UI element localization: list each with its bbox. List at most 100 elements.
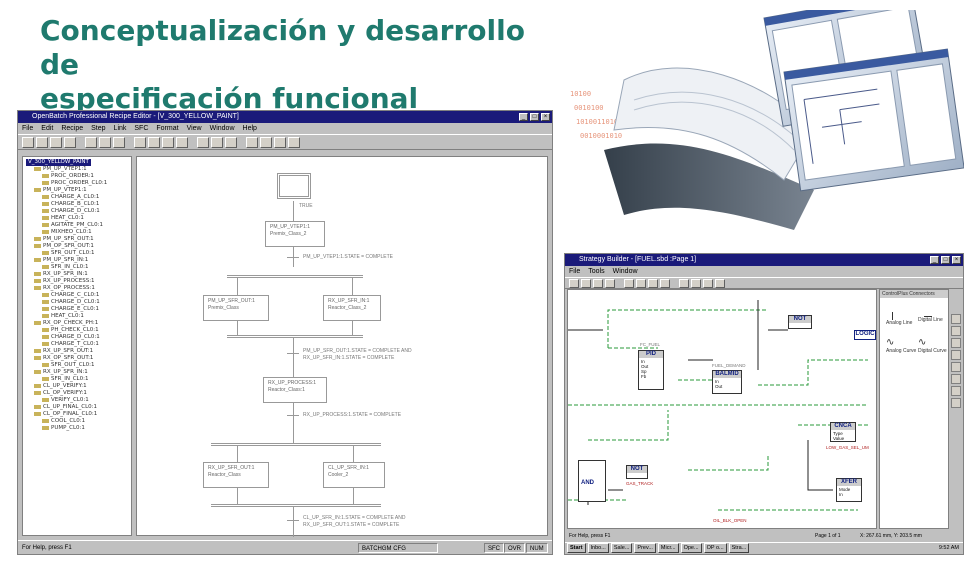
minimize-button[interactable]: _ xyxy=(519,113,528,121)
strategy-cut-icon[interactable] xyxy=(624,279,634,288)
menu-sfc[interactable]: SFC xyxy=(134,125,148,132)
strategy-block-icon[interactable] xyxy=(703,279,713,288)
tree-node[interactable]: RX_UP_SFR_IN:1 xyxy=(26,271,131,278)
tree-node[interactable]: CHARGE_A_CL0:1 xyxy=(26,194,131,201)
menu-recipe[interactable]: Recipe xyxy=(61,125,83,132)
strategy-save-icon[interactable] xyxy=(593,279,603,288)
strategy-zoom-in-icon[interactable] xyxy=(679,279,689,288)
tree-node[interactable]: SFR_OUT_CL0:1 xyxy=(26,362,131,369)
save-icon[interactable] xyxy=(50,137,62,148)
taskbar-item[interactable]: Micr... xyxy=(657,543,679,553)
tree-node[interactable]: CL_OP_FINAL_CL0:1 xyxy=(26,411,131,418)
xfer-block[interactable]: XFER Mode In xyxy=(836,478,862,502)
strategy-print-icon[interactable] xyxy=(605,279,615,288)
and-block[interactable]: AND xyxy=(578,460,606,502)
taskbar-item[interactable]: Sale... xyxy=(610,543,633,553)
tree-node[interactable]: PUMP_CL0:1 xyxy=(26,425,131,432)
tree-node[interactable]: HEAT_CL0:1 xyxy=(26,313,131,320)
not-block-1[interactable]: NOT xyxy=(788,315,812,329)
taskbar-item[interactable]: Stra... xyxy=(728,543,750,553)
tree-node[interactable]: RX_UP_PROCESS:1 xyxy=(26,278,131,285)
recipe-tree[interactable]: V_300_YELLOW_PAINT PM_UP_VTEP1:1 PROC_ORD… xyxy=(22,156,132,536)
tree-node[interactable]: PM_UP_VTEP1:1 xyxy=(26,187,131,194)
tree-root[interactable]: V_300_YELLOW_PAINT xyxy=(26,159,91,166)
cut-icon[interactable] xyxy=(85,137,97,148)
taskbar-item[interactable]: OP o... xyxy=(703,543,727,553)
link-icon[interactable] xyxy=(176,137,188,148)
strategy-close-button[interactable]: × xyxy=(952,256,961,264)
taskbar-item[interactable]: Inbo... xyxy=(587,543,609,553)
tree-node[interactable]: AGITATE_PM_CL0:1 xyxy=(26,222,131,229)
tree-node[interactable]: SFR_IN_CL0:1 xyxy=(26,264,131,271)
menu-edit[interactable]: Edit xyxy=(41,125,53,132)
strategy-connect-icon[interactable] xyxy=(715,279,725,288)
taskbar-item[interactable]: Ope... xyxy=(680,543,702,553)
tree-node[interactable]: HEAT_CL0:1 xyxy=(26,215,131,222)
digital-line-item[interactable]: Digital Line xyxy=(918,312,943,323)
menu-help[interactable]: Help xyxy=(243,125,257,132)
tool-icon-6[interactable] xyxy=(951,374,961,384)
tree-node[interactable]: CL_OP_VERIFY:1 xyxy=(26,390,131,397)
sfc-canvas[interactable]: TRUE PM_UP_VTEP1:1 Premix_Class_2 PM_UP_… xyxy=(136,156,548,537)
pointer-icon[interactable] xyxy=(246,137,258,148)
open-icon[interactable] xyxy=(36,137,48,148)
menu-format[interactable]: Format xyxy=(156,125,178,132)
sfc-step-1[interactable]: PM_UP_VTEP1:1 Premix_Class_2 xyxy=(265,221,325,247)
tree-node[interactable]: CHARGE_T_CL0:1 xyxy=(26,341,131,348)
tool-icon-3[interactable] xyxy=(951,338,961,348)
sfc-step-4a[interactable]: RX_UP_SFR_OUT:1 Reactor_Class xyxy=(203,462,269,488)
menu-file[interactable]: File xyxy=(22,125,33,132)
tree-node[interactable]: PROC_ORDER_CL0:1 xyxy=(26,180,131,187)
tree-node[interactable]: VERIFY_CL0:1 xyxy=(26,397,131,404)
strategy-minimize-button[interactable]: _ xyxy=(930,256,939,264)
tree-node[interactable]: CHARGE_D_CL0:1 xyxy=(26,334,131,341)
menu-window[interactable]: Window xyxy=(210,125,235,132)
help-icon[interactable] xyxy=(288,137,300,148)
menu-view[interactable]: View xyxy=(187,125,202,132)
balmd-block[interactable]: BALMID In Out xyxy=(712,370,742,394)
print-icon[interactable] xyxy=(64,137,76,148)
sfc-step-4b[interactable]: CL_UP_SFR_IN:1 Cooler_2 xyxy=(323,462,385,488)
cnca-block[interactable]: CNCA Type Value xyxy=(830,422,856,442)
zoom-icon[interactable] xyxy=(197,137,209,148)
branch-icon[interactable] xyxy=(162,137,174,148)
not-block-2[interactable]: NOT xyxy=(626,465,648,479)
digital-curve-item[interactable]: ∿ Digital Curve xyxy=(918,338,947,355)
tree-node[interactable]: PM_UP_SFR_IN:1 xyxy=(26,257,131,264)
properties-icon[interactable] xyxy=(274,137,286,148)
strategy-menu-window[interactable]: Window xyxy=(613,268,638,275)
strategy-canvas[interactable]: PID In Out Sp Fb FC_FUEL BALMID In Out FUEL_… xyxy=(567,289,877,529)
tree-node[interactable]: CHARGE_D_CL0:1 xyxy=(26,208,131,215)
pid-block[interactable]: PID In Out Sp Fb xyxy=(638,350,664,390)
tool-icon-8[interactable] xyxy=(951,398,961,408)
tree-node[interactable]: PM_UP_SFR_OUT:1 xyxy=(26,236,131,243)
sfc-initial-step[interactable] xyxy=(277,173,311,199)
tool-icon-2[interactable] xyxy=(951,326,961,336)
tree-node[interactable]: CHARGE_E_CL0:1 xyxy=(26,306,131,313)
sfc-step-2a[interactable]: PM_UP_SFR_OUT:1 Premix_Class xyxy=(203,295,269,321)
new-icon[interactable] xyxy=(22,137,34,148)
strategy-zoom-out-icon[interactable] xyxy=(691,279,701,288)
strategy-menu-file[interactable]: File xyxy=(569,268,580,275)
tree-node[interactable]: CHARGE_D_CL0:1 xyxy=(26,299,131,306)
tool-icon-1[interactable] xyxy=(951,314,961,324)
tree-node[interactable]: PROC_ORDER:1 xyxy=(26,173,131,180)
tree-node[interactable]: MIXHEO_CL0:1 xyxy=(26,229,131,236)
analog-curve-item[interactable]: ∿ Analog Curve xyxy=(886,338,916,355)
strategy-copy-icon[interactable] xyxy=(636,279,646,288)
transition-icon[interactable] xyxy=(148,137,160,148)
strategy-new-icon[interactable] xyxy=(569,279,579,288)
strategy-open-icon[interactable] xyxy=(581,279,591,288)
start-button[interactable]: Start xyxy=(567,543,586,553)
step-icon[interactable] xyxy=(134,137,146,148)
paste-icon[interactable] xyxy=(113,137,125,148)
grid-icon[interactable] xyxy=(211,137,223,148)
menu-link[interactable]: Link xyxy=(114,125,127,132)
sfc-step-2b[interactable]: RX_UP_SFR_IN:1 Reactor_Class_2 xyxy=(323,295,381,321)
sfc-step-3[interactable]: RX_UP_PROCESS:1 Reactor_Class:1 xyxy=(263,377,327,403)
copy-icon[interactable] xyxy=(99,137,111,148)
tree-node[interactable]: RX_UP_SFR_IN:1 xyxy=(26,369,131,376)
strategy-undo-icon[interactable] xyxy=(660,279,670,288)
tree-node[interactable]: PM_OP_SFR_OUT:1 xyxy=(26,243,131,250)
tree-node[interactable]: PH_CHECK_CL0:1 xyxy=(26,327,131,334)
